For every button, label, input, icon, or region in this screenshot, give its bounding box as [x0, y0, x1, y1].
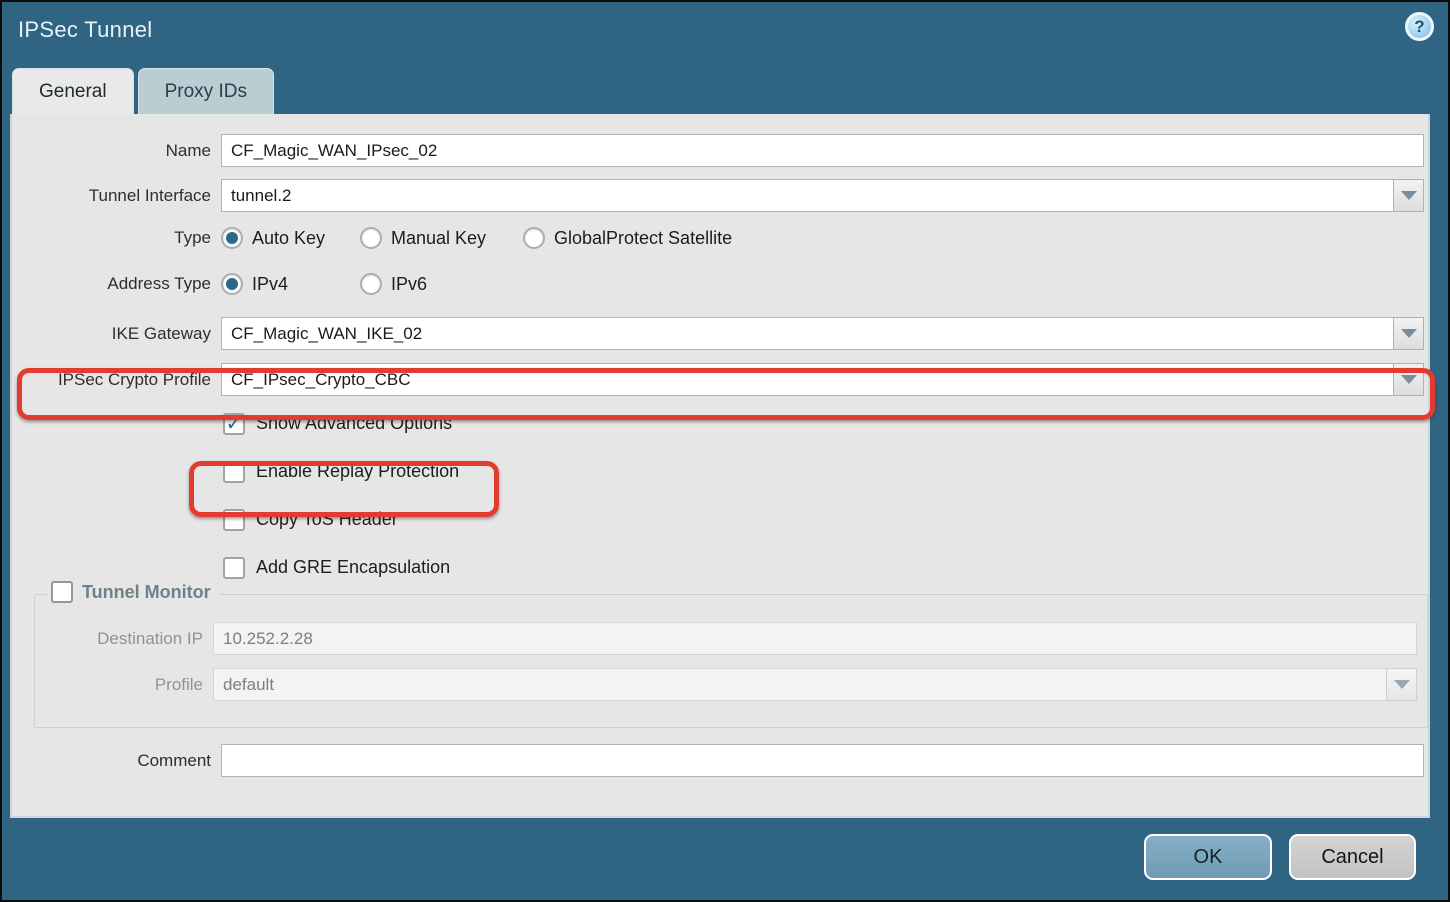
- show-advanced-options-row: ✓ Show Advanced Options: [12, 410, 1428, 437]
- tab-general[interactable]: General: [12, 68, 134, 114]
- ipsec-crypto-profile-label: IPSec Crypto Profile: [12, 370, 221, 390]
- tunnel-interface-input[interactable]: [221, 179, 1394, 212]
- add-gre-encapsulation-label: Add GRE Encapsulation: [256, 557, 450, 578]
- destination-ip-label: Destination IP: [35, 629, 213, 649]
- checkbox-copy-tos-header[interactable]: [223, 509, 245, 531]
- cancel-button[interactable]: Cancel: [1289, 834, 1416, 880]
- profile-dropdown-button: [1386, 668, 1417, 701]
- radio-manual-key-label: Manual Key: [391, 228, 486, 249]
- checkbox-enable-replay-protection[interactable]: [223, 461, 245, 483]
- radio-ipv6[interactable]: IPv6: [360, 273, 427, 295]
- dialog-title: IPSec Tunnel: [18, 17, 152, 43]
- name-label: Name: [12, 141, 221, 161]
- radio-ipv4[interactable]: IPv4: [221, 273, 360, 295]
- profile-row: Profile: [35, 668, 1427, 701]
- tab-proxy-ids-label: Proxy IDs: [165, 81, 247, 103]
- address-type-label: Address Type: [12, 274, 221, 294]
- name-row: Name: [12, 134, 1428, 167]
- chevron-down-icon: [1401, 329, 1417, 338]
- ipsec-tunnel-dialog: IPSec Tunnel ? General Proxy IDs Name Tu…: [0, 0, 1450, 902]
- profile-input: [213, 668, 1387, 701]
- radio-globalprotect-satellite[interactable]: GlobalProtect Satellite: [523, 227, 732, 249]
- name-input[interactable]: [221, 134, 1424, 167]
- radio-globalprotect-satellite-label: GlobalProtect Satellite: [554, 228, 732, 249]
- radio-manual-key[interactable]: Manual Key: [360, 227, 523, 249]
- ike-gateway-label: IKE Gateway: [12, 324, 221, 344]
- tab-proxy-ids[interactable]: Proxy IDs: [138, 68, 274, 114]
- profile-label: Profile: [35, 675, 213, 695]
- ipsec-crypto-profile-input[interactable]: [221, 363, 1394, 396]
- add-gre-encapsulation-row: Add GRE Encapsulation: [12, 554, 1428, 581]
- tunnel-interface-label: Tunnel Interface: [12, 186, 221, 206]
- ipsec-crypto-profile-dropdown-button[interactable]: [1393, 363, 1424, 396]
- tunnel-monitor-fieldset: Tunnel Monitor Destination IP Profile: [34, 594, 1428, 728]
- chevron-down-icon: [1401, 375, 1417, 384]
- radio-auto-key-control[interactable]: [221, 227, 243, 249]
- ike-gateway-input[interactable]: [221, 317, 1394, 350]
- chevron-down-icon: [1394, 680, 1410, 689]
- radio-manual-key-control[interactable]: [360, 227, 382, 249]
- tunnel-interface-dropdown-button[interactable]: [1393, 179, 1424, 212]
- radio-ipv4-label: IPv4: [252, 274, 288, 295]
- comment-row: Comment: [12, 744, 1428, 777]
- type-row: Type Auto Key Manual Key GlobalProtect S…: [12, 227, 1428, 249]
- tunnel-monitor-label: Tunnel Monitor: [82, 582, 211, 603]
- tab-bar: General Proxy IDs: [12, 68, 274, 114]
- help-icon-glyph: ?: [1414, 17, 1424, 37]
- tunnel-monitor-legend: Tunnel Monitor: [47, 581, 219, 603]
- comment-input[interactable]: [221, 744, 1424, 777]
- comment-label: Comment: [12, 751, 221, 771]
- radio-auto-key[interactable]: Auto Key: [221, 227, 360, 249]
- checkbox-add-gre-encapsulation[interactable]: [223, 557, 245, 579]
- ike-gateway-row: IKE Gateway: [12, 317, 1428, 350]
- ike-gateway-dropdown-button[interactable]: [1393, 317, 1424, 350]
- radio-auto-key-label: Auto Key: [252, 228, 325, 249]
- radio-globalprotect-satellite-control[interactable]: [523, 227, 545, 249]
- type-label: Type: [12, 228, 221, 248]
- destination-ip-row: Destination IP: [35, 622, 1427, 655]
- copy-tos-header-row: Copy ToS Header: [12, 506, 1428, 533]
- checkbox-tunnel-monitor[interactable]: [51, 581, 73, 603]
- ipsec-crypto-profile-row: IPSec Crypto Profile: [12, 363, 1428, 396]
- checkbox-show-advanced-options[interactable]: ✓: [223, 413, 245, 435]
- address-type-row: Address Type IPv4 IPv6: [12, 273, 1428, 295]
- radio-ipv6-control[interactable]: [360, 273, 382, 295]
- tunnel-interface-row: Tunnel Interface: [12, 179, 1428, 212]
- radio-ipv6-label: IPv6: [391, 274, 427, 295]
- title-bar: IPSec Tunnel ?: [2, 2, 1448, 66]
- destination-ip-input: [213, 622, 1417, 655]
- chevron-down-icon: [1401, 191, 1417, 200]
- general-tab-panel: Name Tunnel Interface Type Auto Key: [10, 114, 1430, 818]
- enable-replay-protection-label: Enable Replay Protection: [256, 461, 459, 482]
- radio-ipv4-control[interactable]: [221, 273, 243, 295]
- copy-tos-header-label: Copy ToS Header: [256, 509, 398, 530]
- enable-replay-protection-row: Enable Replay Protection: [12, 458, 1428, 485]
- help-icon[interactable]: ?: [1405, 12, 1434, 41]
- show-advanced-options-label: Show Advanced Options: [256, 413, 452, 434]
- ok-button[interactable]: OK: [1144, 834, 1272, 880]
- tab-general-label: General: [39, 81, 107, 103]
